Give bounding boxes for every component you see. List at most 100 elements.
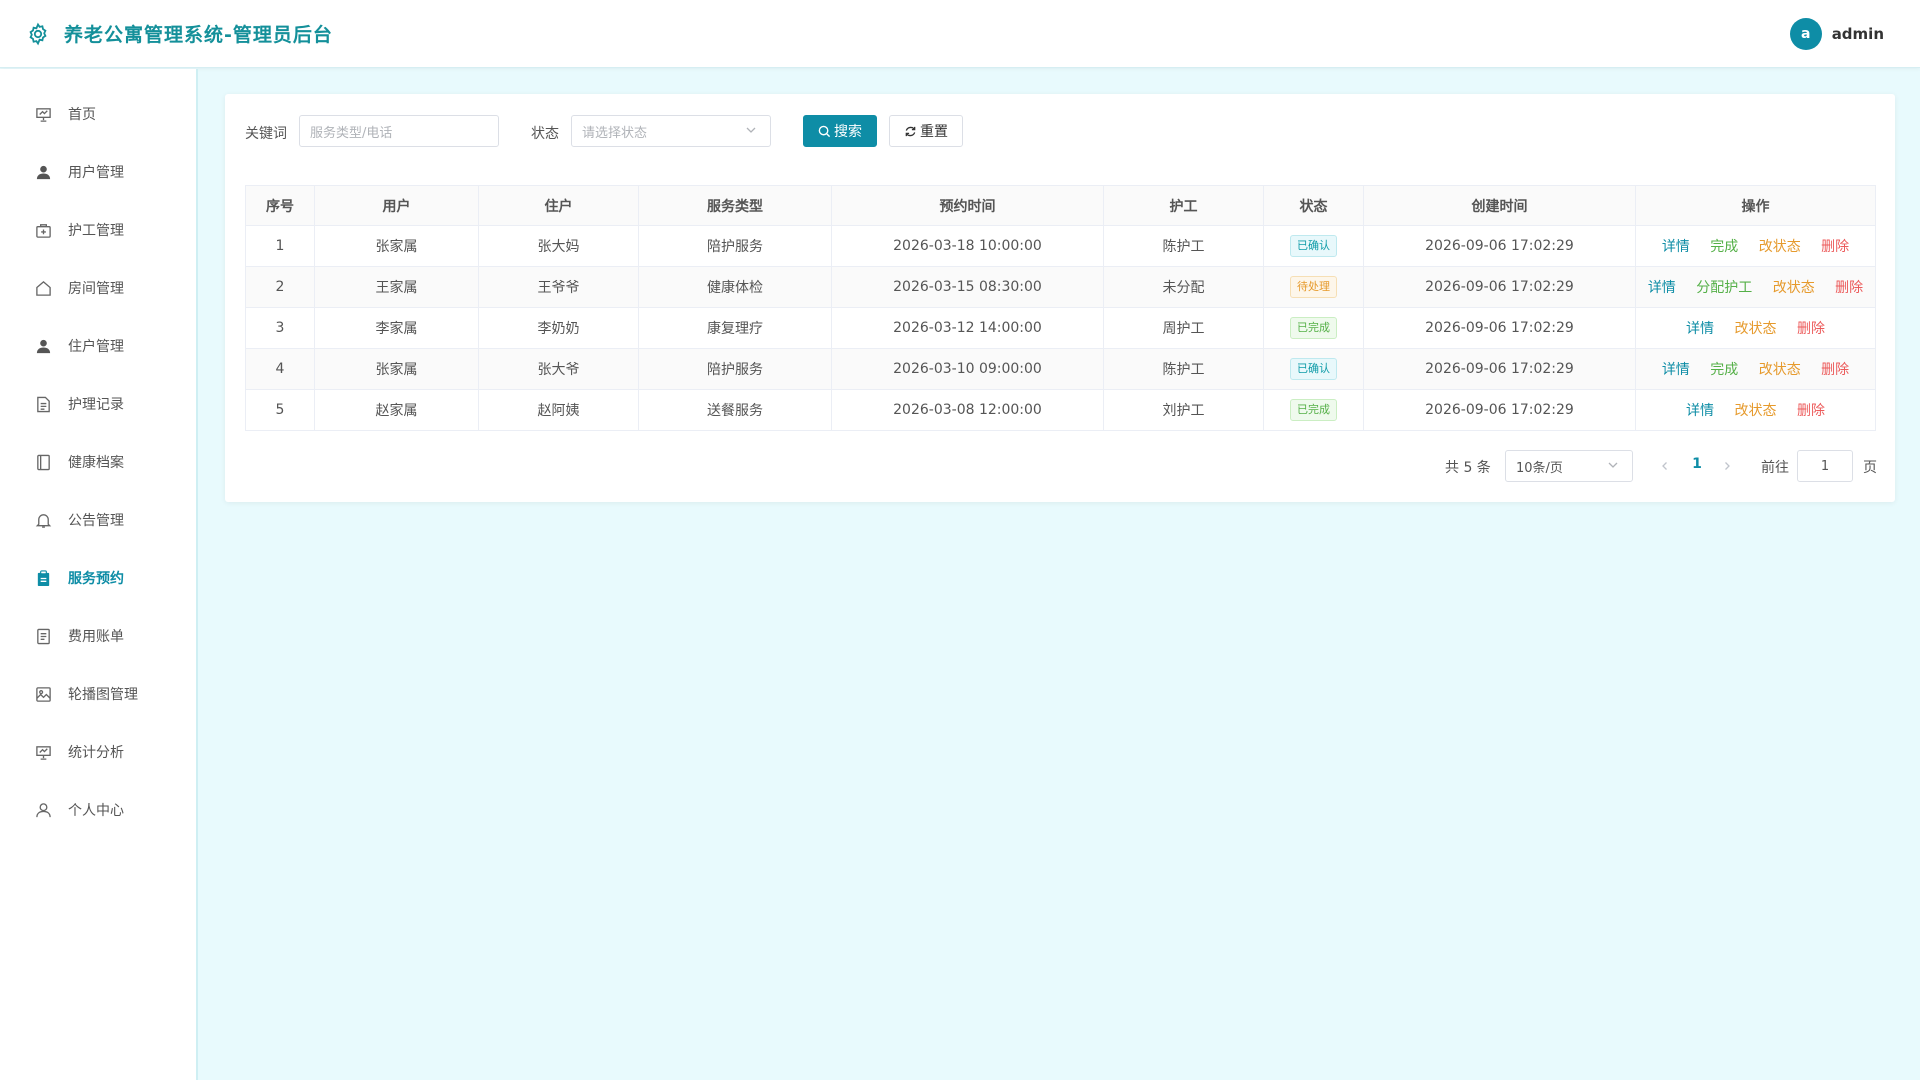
sidebar-item-profile[interactable]: 个人中心	[0, 788, 196, 832]
pagination-total: 共 5 条	[1445, 460, 1491, 476]
user-icon	[34, 163, 52, 181]
picture-icon	[34, 685, 52, 703]
delete-link[interactable]: 删除	[1797, 403, 1825, 419]
table-header-row: 序号 用户 住户 服务类型 预约时间 护工 状态 创建时间 操作	[245, 185, 1876, 226]
bell-icon	[34, 511, 52, 529]
booking-table: 序号 用户 住户 服务类型 预约时间 护工 状态 创建时间 操作 1 张家属 张…	[245, 185, 1876, 431]
page-size-value: 10条/页	[1516, 460, 1563, 476]
sidebar-item-label: 房间管理	[68, 281, 124, 297]
cell-index: 5	[245, 389, 315, 431]
receipt-icon	[34, 627, 52, 645]
column-header[interactable]: 护工	[1103, 185, 1264, 226]
change-status-link[interactable]: 改状态	[1773, 280, 1815, 296]
cell-actions: 详情 完成 改状态 删除	[1635, 225, 1876, 267]
app-title: 养老公寓管理系统-管理员后台	[64, 24, 333, 46]
cell-actions: 详情 改状态 删除	[1635, 389, 1876, 431]
change-status-link[interactable]: 改状态	[1735, 321, 1777, 337]
status-select[interactable]: 请选择状态	[571, 115, 771, 147]
sidebar-item-users[interactable]: 用户管理	[0, 150, 196, 194]
sidebar-item-caregivers[interactable]: 护工管理	[0, 208, 196, 252]
assign-caregiver-link[interactable]: 分配护工	[1696, 280, 1752, 296]
sidebar-item-billing[interactable]: 费用账单	[0, 614, 196, 658]
sidebar-item-label: 个人中心	[68, 803, 124, 819]
cell-index: 2	[245, 266, 315, 308]
change-status-link[interactable]: 改状态	[1759, 362, 1801, 378]
sidebar-item-residents[interactable]: 住户管理	[0, 324, 196, 368]
search-icon	[818, 125, 831, 138]
sidebar-item-label: 公告管理	[68, 513, 124, 529]
goto-page-input[interactable]: 1	[1797, 450, 1853, 482]
sidebar-item-announcements[interactable]: 公告管理	[0, 498, 196, 542]
change-status-link[interactable]: 改状态	[1759, 239, 1801, 255]
column-header[interactable]: 用户	[314, 185, 479, 226]
avatar[interactable]: a	[1789, 18, 1822, 50]
cell-created-time: 2026-09-06 17:02:29	[1363, 307, 1636, 349]
page-number[interactable]: 1	[1687, 456, 1707, 472]
cell-caregiver: 未分配	[1103, 266, 1264, 308]
cell-status: 已完成	[1263, 307, 1364, 349]
first-aid-kit-icon	[34, 221, 52, 239]
cell-resident: 李奶奶	[478, 307, 639, 349]
next-page-button[interactable]	[1719, 458, 1735, 474]
sidebar-item-label: 统计分析	[68, 745, 124, 761]
gear-icon	[24, 20, 52, 48]
detail-link[interactable]: 详情	[1686, 403, 1714, 419]
detail-link[interactable]: 详情	[1648, 280, 1676, 296]
chevron-left-icon	[1662, 462, 1667, 470]
sidebar-item-care-records[interactable]: 护理记录	[0, 382, 196, 426]
sidebar-item-statistics[interactable]: 统计分析	[0, 730, 196, 774]
status-badge: 已完成	[1290, 317, 1337, 339]
column-header[interactable]: 预约时间	[831, 185, 1104, 226]
cell-created-time: 2026-09-06 17:02:29	[1363, 389, 1636, 431]
column-header[interactable]: 服务类型	[638, 185, 832, 226]
keyword-input[interactable]: 服务类型/电话	[299, 115, 499, 147]
data-board-icon	[34, 743, 52, 761]
status-badge: 已确认	[1290, 358, 1337, 380]
cell-status: 已确认	[1263, 348, 1364, 390]
detail-link[interactable]: 详情	[1662, 239, 1690, 255]
cell-resident: 张大爷	[478, 348, 639, 390]
prev-page-button[interactable]	[1657, 458, 1673, 474]
column-header[interactable]: 住户	[478, 185, 639, 226]
delete-link[interactable]: 删除	[1821, 239, 1849, 255]
delete-link[interactable]: 删除	[1835, 280, 1863, 296]
page-size-select[interactable]: 10条/页	[1505, 450, 1633, 482]
cell-caregiver: 刘护工	[1103, 389, 1264, 431]
delete-link[interactable]: 删除	[1821, 362, 1849, 378]
change-status-link[interactable]: 改状态	[1735, 403, 1777, 419]
complete-link[interactable]: 完成	[1710, 362, 1738, 378]
chevron-down-icon	[744, 123, 758, 141]
cell-index: 1	[245, 225, 315, 267]
column-header[interactable]: 创建时间	[1363, 185, 1636, 226]
cell-status: 待处理	[1263, 266, 1364, 308]
username[interactable]: admin	[1832, 25, 1884, 43]
delete-link[interactable]: 删除	[1797, 321, 1825, 337]
cell-appointment-time: 2026-03-10 09:00:00	[831, 348, 1104, 390]
sidebar-item-label: 护工管理	[68, 223, 124, 239]
sidebar-item-label: 费用账单	[68, 629, 124, 645]
user-outline-icon	[34, 801, 52, 819]
clipboard-icon	[34, 569, 52, 587]
goto-label: 前往	[1761, 460, 1789, 476]
table-row: 1 张家属 张大妈 陪护服务 2026-03-18 10:00:00 陈护工 已…	[245, 225, 1876, 267]
search-button[interactable]: 搜索	[803, 115, 877, 147]
cell-appointment-time: 2026-03-08 12:00:00	[831, 389, 1104, 431]
column-header[interactable]: 状态	[1263, 185, 1364, 226]
sidebar-item-label: 健康档案	[68, 455, 124, 471]
table-row: 2 王家属 王爷爷 健康体检 2026-03-15 08:30:00 未分配 待…	[245, 266, 1876, 308]
column-header[interactable]: 操作	[1635, 185, 1876, 226]
sidebar-item-rooms[interactable]: 房间管理	[0, 266, 196, 310]
status-placeholder: 请选择状态	[582, 125, 648, 141]
sidebar-item-health-records[interactable]: 健康档案	[0, 440, 196, 484]
sidebar-item-carousel[interactable]: 轮播图管理	[0, 672, 196, 716]
complete-link[interactable]: 完成	[1710, 239, 1738, 255]
detail-link[interactable]: 详情	[1686, 321, 1714, 337]
column-header[interactable]: 序号	[245, 185, 315, 226]
cell-appointment-time: 2026-03-18 10:00:00	[831, 225, 1104, 267]
user-menu[interactable]: a admin	[1789, 18, 1884, 50]
sidebar-item-home[interactable]: 首页	[0, 92, 196, 136]
cell-appointment-time: 2026-03-12 14:00:00	[831, 307, 1104, 349]
reset-button[interactable]: 重置	[889, 115, 963, 147]
detail-link[interactable]: 详情	[1662, 362, 1690, 378]
sidebar-item-service-booking[interactable]: 服务预约	[0, 556, 196, 600]
